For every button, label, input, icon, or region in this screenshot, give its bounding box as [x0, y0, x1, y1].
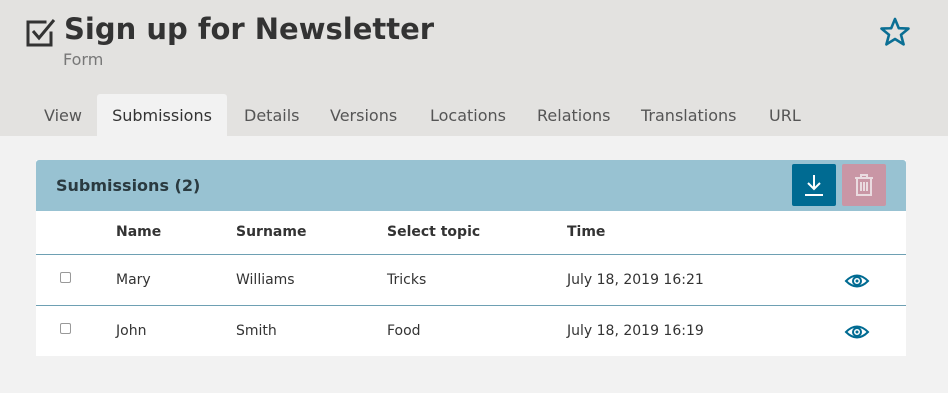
tab-url[interactable]: URL	[769, 94, 801, 136]
panel-header: Submissions (2)	[36, 160, 906, 211]
bookmark-star-icon[interactable]	[878, 16, 912, 50]
column-header-topic[interactable]: Select topic	[387, 222, 480, 242]
panel-title: Submissions (2)	[56, 176, 201, 195]
tab-locations[interactable]: Locations	[430, 94, 506, 136]
divider	[36, 254, 906, 255]
cell-name: Mary	[116, 272, 151, 288]
divider	[36, 305, 906, 306]
cell-topic: Tricks	[387, 272, 427, 288]
header: Sign up for Newsletter Form View Submiss…	[0, 0, 948, 136]
tab-view[interactable]: View	[44, 94, 82, 136]
checkbox-form-icon	[26, 19, 56, 47]
delete-button[interactable]	[842, 164, 886, 206]
tab-submissions[interactable]: Submissions	[97, 94, 227, 136]
column-header-time[interactable]: Time	[567, 222, 605, 242]
tab-relations[interactable]: Relations	[537, 94, 610, 136]
cell-surname: Smith	[236, 323, 277, 339]
column-header-surname[interactable]: Surname	[236, 222, 306, 242]
cell-surname: Williams	[236, 272, 295, 288]
trash-icon	[855, 174, 873, 196]
download-button[interactable]	[792, 164, 836, 206]
download-icon	[805, 175, 823, 196]
cell-topic: Food	[387, 323, 421, 339]
view-eye-icon[interactable]	[844, 271, 870, 291]
tab-versions[interactable]: Versions	[330, 94, 397, 136]
tab-translations[interactable]: Translations	[641, 94, 737, 136]
submissions-panel: Submissions (2) Name Surname Select topi…	[36, 160, 906, 356]
row-checkbox[interactable]	[60, 323, 71, 334]
column-header-name[interactable]: Name	[116, 222, 161, 242]
cell-time: July 18, 2019 16:19	[567, 323, 704, 339]
view-eye-icon[interactable]	[844, 322, 870, 342]
cell-time: July 18, 2019 16:21	[567, 272, 704, 288]
content-type-label: Form	[63, 50, 104, 69]
row-checkbox[interactable]	[60, 272, 71, 283]
tab-details[interactable]: Details	[244, 94, 299, 136]
page-title: Sign up for Newsletter	[64, 12, 435, 46]
cell-name: John	[116, 323, 147, 339]
